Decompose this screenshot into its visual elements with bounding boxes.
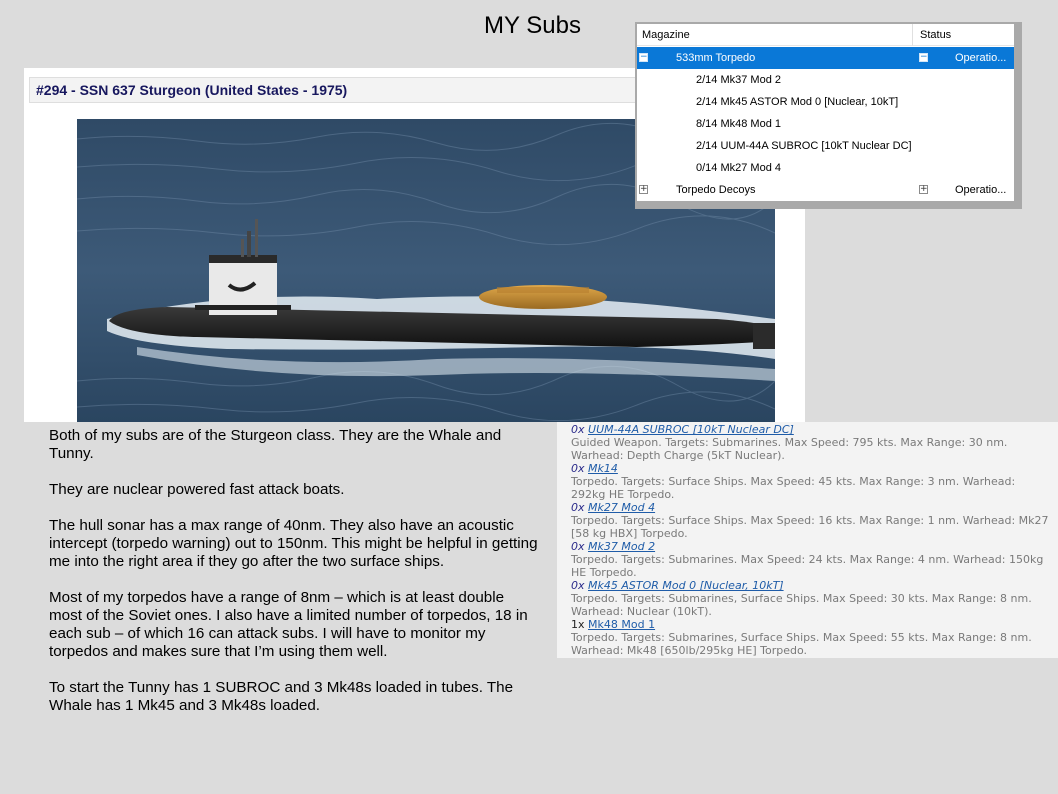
weapon-count: 0x [571, 462, 585, 475]
magazine-row-label: 2/14 Mk37 Mod 2 [696, 74, 781, 86]
slide-title: MY Subs [484, 12, 581, 39]
weapon-entry: 0x UUM-44A SUBROC [10kT Nuclear DC] Guid… [571, 423, 1052, 462]
weapon-count: 0x [571, 501, 585, 514]
column-divider[interactable] [912, 24, 913, 46]
weapon-count: 1x [571, 618, 585, 631]
weapon-count: 0x [571, 540, 585, 553]
magazine-header: Magazine Status [637, 24, 1014, 46]
weapons-list: 0x UUM-44A SUBROC [10kT Nuclear DC] Guid… [557, 422, 1058, 658]
column-header-status[interactable]: Status [920, 29, 951, 41]
magazine-row-mk45[interactable]: 2/14 Mk45 ASTOR Mod 0 [Nuclear, 10kT] [637, 91, 1014, 113]
weapon-link[interactable]: Mk27 Mod 4 [588, 501, 655, 514]
magazine-row-label: 533mm Torpedo [676, 52, 756, 64]
magazine-row-533mm-torpedo[interactable]: − 533mm Torpedo − Operatio... [637, 47, 1014, 69]
magazine-row-status: Operatio... [955, 184, 1007, 196]
magazine-panel: Magazine Status − 533mm Torpedo − Operat… [635, 22, 1022, 209]
magazine-row-label: 2/14 Mk45 ASTOR Mod 0 [Nuclear, 10kT] [696, 96, 899, 108]
collapse-icon[interactable]: − [919, 53, 928, 62]
expand-icon[interactable]: + [639, 185, 648, 194]
weapon-link[interactable]: Mk14 [588, 462, 618, 475]
weapon-link[interactable]: Mk37 Mod 2 [588, 540, 655, 553]
paragraph: Both of my subs are of the Sturgeon clas… [49, 427, 502, 462]
paragraph: They are nuclear powered fast attack boa… [49, 481, 345, 498]
magazine-row-status: Operatio... [955, 52, 1007, 64]
magazine-row-mk37[interactable]: 2/14 Mk37 Mod 2 [637, 69, 1014, 91]
paragraph: Most of my torpedos have a range of 8nm … [49, 589, 528, 660]
magazine-tree: Magazine Status − 533mm Torpedo − Operat… [637, 24, 1014, 201]
weapon-entry: 0x Mk45 ASTOR Mod 0 [Nuclear, 10kT] Torp… [571, 579, 1052, 618]
weapon-entry: 0x Mk27 Mod 4 Torpedo. Targets: Surface … [571, 501, 1052, 540]
weapon-description: Guided Weapon. Targets: Submarines. Max … [571, 436, 1008, 462]
magazine-row-label: Torpedo Decoys [676, 184, 756, 196]
magazine-row-subroc[interactable]: 2/14 UUM-44A SUBROC [10kT Nuclear DC] [637, 135, 1014, 157]
weapon-description: Torpedo. Targets: Submarines. Max Speed:… [571, 553, 1044, 579]
paragraph: To start the Tunny has 1 SUBROC and 3 Mk… [49, 679, 514, 714]
weapon-count: 0x [571, 579, 585, 592]
weapon-entry: 1x Mk48 Mod 1 Torpedo. Targets: Submarin… [571, 618, 1052, 657]
weapon-entry: 0x Mk37 Mod 2 Torpedo. Targets: Submarin… [571, 540, 1052, 579]
weapon-link[interactable]: Mk45 ASTOR Mod 0 [Nuclear, 10kT] [588, 579, 784, 592]
magazine-row-label: 0/14 Mk27 Mod 4 [696, 162, 781, 174]
weapon-description: Torpedo. Targets: Surface Ships. Max Spe… [571, 475, 1016, 501]
weapon-description: Torpedo. Targets: Surface Ships. Max Spe… [571, 514, 1049, 540]
body-text: Both of my subs are of the Sturgeon clas… [49, 427, 539, 733]
collapse-icon[interactable]: − [639, 53, 648, 62]
weapon-entry: 0x Mk14 Torpedo. Targets: Surface Ships.… [571, 462, 1052, 501]
magazine-row-mk48[interactable]: 8/14 Mk48 Mod 1 [637, 113, 1014, 135]
column-header-magazine[interactable]: Magazine [642, 29, 690, 41]
magazine-row-label: 8/14 Mk48 Mod 1 [696, 118, 781, 130]
weapon-link[interactable]: Mk48 Mod 1 [588, 618, 655, 631]
magazine-row-torpedo-decoys[interactable]: + Torpedo Decoys + Operatio... [637, 179, 1014, 201]
weapon-count: 0x [571, 423, 585, 436]
expand-icon[interactable]: + [919, 185, 928, 194]
magazine-row-label: 2/14 UUM-44A SUBROC [10kT Nuclear DC] [696, 140, 912, 152]
magazine-row-mk27[interactable]: 0/14 Mk27 Mod 4 [637, 157, 1014, 179]
paragraph: The hull sonar has a max range of 40nm. … [49, 517, 538, 570]
weapon-link[interactable]: UUM-44A SUBROC [10kT Nuclear DC] [588, 423, 794, 436]
weapon-description: Torpedo. Targets: Submarines, Surface Sh… [571, 592, 1032, 618]
weapon-description: Torpedo. Targets: Submarines, Surface Sh… [571, 631, 1032, 657]
